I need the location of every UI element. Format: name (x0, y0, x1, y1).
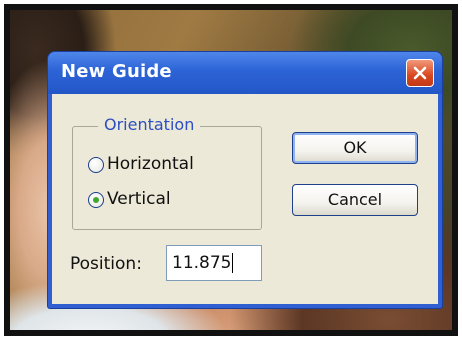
ok-button[interactable]: OK (292, 132, 418, 164)
new-guide-dialog: New Guide Orientation Horizontal Vertica… (48, 52, 442, 308)
position-input[interactable]: 11.875 (166, 245, 262, 281)
dialog-titlebar[interactable]: New Guide (48, 52, 442, 94)
position-value: 11.875 (172, 253, 232, 273)
radio-label-vertical: Vertical (107, 189, 171, 209)
close-icon (413, 66, 427, 80)
radio-button-vertical[interactable] (88, 192, 104, 208)
text-caret (232, 253, 234, 273)
close-button[interactable] (406, 59, 434, 87)
radio-selected-dot (93, 197, 99, 203)
orientation-legend: Orientation (98, 115, 201, 134)
radio-button-horizontal[interactable] (88, 157, 104, 173)
position-label: Position: (70, 254, 142, 274)
radio-vertical[interactable]: Vertical (88, 189, 228, 213)
radio-label-horizontal: Horizontal (107, 154, 194, 174)
orientation-groupbox (72, 126, 262, 230)
radio-horizontal[interactable]: Horizontal (88, 154, 228, 178)
dialog-body: Orientation Horizontal Vertical OK Cance… (52, 94, 438, 304)
screenshot-frame: New Guide Orientation Horizontal Vertica… (4, 4, 458, 336)
cancel-button[interactable]: Cancel (292, 184, 418, 216)
dialog-title: New Guide (61, 61, 172, 82)
